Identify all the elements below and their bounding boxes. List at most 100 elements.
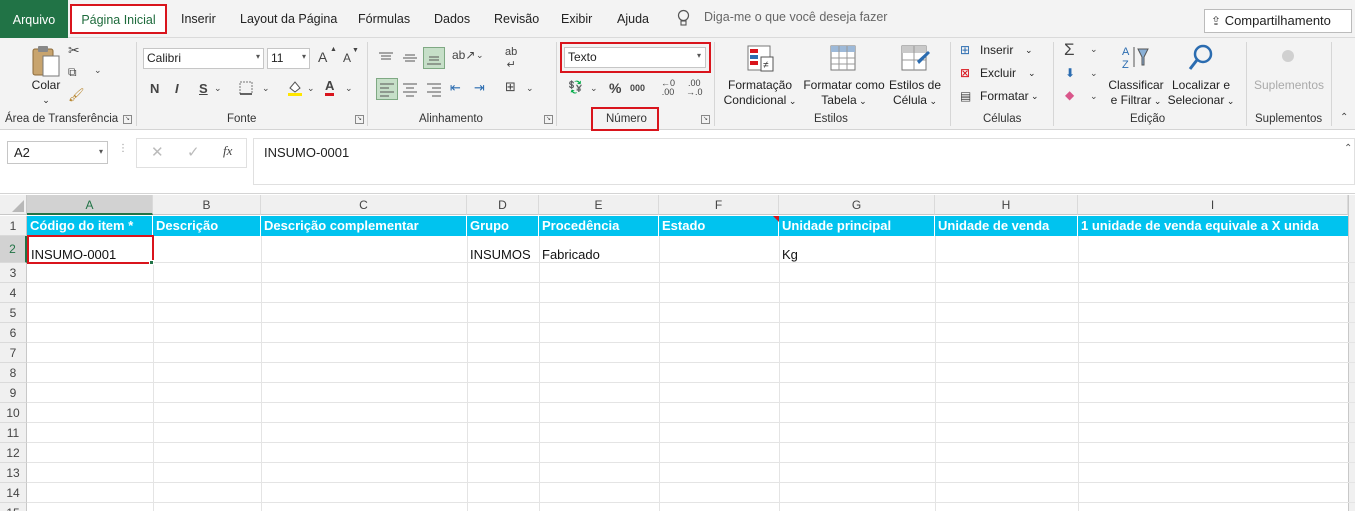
copy-dropdown-chevron-icon[interactable]: ⌄	[94, 65, 102, 76]
format-cells-button[interactable]: Formatar	[980, 89, 1029, 104]
column-header-h[interactable]: H	[935, 195, 1078, 215]
row-header[interactable]: 14	[0, 483, 27, 503]
row-header[interactable]: 1	[0, 216, 27, 236]
row-header[interactable]: 6	[0, 323, 27, 343]
orientation-icon[interactable]: ab↗	[452, 48, 475, 62]
shrink-font-button[interactable]: A	[343, 51, 351, 65]
font-name-select[interactable]: Calibri ▾	[143, 48, 264, 69]
header-cell-origin[interactable]: Procedência	[539, 216, 659, 236]
formula-input[interactable]	[253, 138, 1355, 185]
fill-handle[interactable]	[149, 260, 154, 265]
format-as-table-label-1[interactable]: Formatar como	[800, 78, 888, 93]
accounting-dropdown-chevron-icon[interactable]: ⌄	[590, 83, 598, 94]
italic-button[interactable]: I	[175, 81, 179, 96]
thousands-button[interactable]: 000	[630, 83, 645, 93]
row-header[interactable]: 4	[0, 283, 27, 303]
format-painter-icon[interactable]: 🖌	[68, 87, 85, 103]
grow-font-button[interactable]: A	[318, 49, 327, 65]
row-header[interactable]: 15	[0, 503, 27, 511]
tab-page-layout[interactable]: Layout da Página	[240, 12, 337, 26]
clear-icon[interactable]: ◆	[1065, 88, 1074, 102]
name-box[interactable]: A2 ▾	[7, 141, 108, 164]
increase-decimal-icon[interactable]: ←0.00	[661, 79, 675, 97]
font-color-dropdown-chevron-icon[interactable]: ⌄	[345, 83, 353, 94]
enter-icon[interactable]: ✓	[187, 143, 200, 161]
row-header[interactable]: 13	[0, 463, 27, 483]
number-format-select[interactable]: Texto ▾	[564, 47, 706, 68]
insert-function-button[interactable]: fx	[223, 143, 232, 159]
column-header-i[interactable]: I	[1078, 195, 1348, 215]
clear-dropdown-chevron-icon[interactable]: ⌄	[1090, 91, 1098, 102]
tab-formulas[interactable]: Fórmulas	[358, 12, 410, 26]
format-dropdown-chevron-icon[interactable]: ⌄	[1031, 89, 1039, 104]
row-header[interactable]: 2	[0, 236, 27, 263]
addins-icon[interactable]	[1282, 50, 1294, 62]
row-header[interactable]: 12	[0, 443, 27, 463]
conditional-formatting-label-2[interactable]: Condicional ⌄	[720, 93, 800, 109]
insert-cells-icon[interactable]: ⊞	[960, 43, 970, 57]
collapse-ribbon-icon[interactable]: ⌃	[1340, 112, 1348, 123]
tab-file[interactable]: Arquivo	[0, 0, 68, 38]
row-header[interactable]: 7	[0, 343, 27, 363]
delete-cells-icon[interactable]: ⊠	[960, 66, 970, 80]
font-size-select[interactable]: 11 ▾	[267, 48, 310, 69]
comment-indicator-icon[interactable]	[773, 216, 779, 222]
font-color-button[interactable]: A	[325, 78, 335, 96]
format-as-table-icon[interactable]	[828, 43, 860, 75]
header-cell-state[interactable]: Estado	[659, 216, 779, 236]
column-header-g[interactable]: G	[779, 195, 935, 215]
cell-d2[interactable]: INSUMOS	[470, 247, 531, 262]
row-header[interactable]: 11	[0, 423, 27, 443]
vertical-scrollbar[interactable]	[1348, 195, 1355, 511]
cell-styles-label-2[interactable]: Célula ⌄	[887, 93, 943, 109]
header-cell-item-code[interactable]: Código do item *	[27, 216, 153, 236]
row-header[interactable]: 10	[0, 403, 27, 423]
fill-color-icon[interactable]	[286, 79, 304, 97]
align-right-icon[interactable]	[425, 80, 443, 98]
header-cell-sales-unit[interactable]: Unidade de venda	[935, 216, 1078, 236]
row-header[interactable]: 8	[0, 363, 27, 383]
merge-dropdown-chevron-icon[interactable]: ⌄	[526, 83, 534, 94]
row-header[interactable]: 3	[0, 263, 27, 283]
percent-button[interactable]: %	[609, 80, 621, 96]
increase-indent-icon[interactable]: ⇥	[474, 80, 485, 96]
clipboard-launcher-icon[interactable]: ↘	[123, 115, 132, 124]
column-header-f[interactable]: F	[659, 195, 779, 215]
insert-dropdown-chevron-icon[interactable]: ⌄	[1025, 43, 1033, 58]
align-center-icon[interactable]	[401, 80, 419, 98]
cell-styles-label-1[interactable]: Estilos de	[887, 78, 943, 93]
column-header-b[interactable]: B	[153, 195, 261, 215]
tab-help[interactable]: Ajuda	[617, 12, 649, 26]
font-launcher-icon[interactable]: ↘	[355, 115, 364, 124]
find-select-label-2[interactable]: Selecionar ⌄	[1166, 93, 1236, 109]
tab-insert[interactable]: Inserir	[181, 12, 216, 26]
cell-styles-icon[interactable]	[899, 43, 931, 75]
share-button[interactable]: ⇪ Compartilhamento	[1204, 9, 1352, 33]
borders-icon[interactable]	[238, 80, 254, 96]
header-cell-unit-conversion[interactable]: 1 unidade de venda equivale a X unida	[1078, 216, 1348, 236]
header-cell-complementary-description[interactable]: Descrição complementar	[261, 216, 467, 236]
expand-formula-bar-icon[interactable]: ⌃	[1344, 143, 1352, 154]
column-header-d[interactable]: D	[467, 195, 539, 215]
orientation-dropdown-chevron-icon[interactable]: ⌄	[476, 50, 484, 61]
cell-e2[interactable]: Fabricado	[542, 247, 600, 262]
underline-button[interactable]: S	[199, 81, 208, 96]
autosum-icon[interactable]: Σ	[1064, 40, 1075, 60]
find-select-label-1[interactable]: Localizar e	[1166, 78, 1236, 93]
align-bottom-icon[interactable]	[423, 47, 445, 69]
delete-cells-button[interactable]: Excluir	[980, 66, 1016, 81]
sort-filter-label-1[interactable]: Classificar	[1106, 78, 1166, 93]
conditional-formatting-label-1[interactable]: Formatação	[720, 78, 800, 93]
fill-color-dropdown-chevron-icon[interactable]: ⌄	[307, 83, 315, 94]
column-header-a[interactable]: A	[27, 195, 153, 215]
cell-g2[interactable]: Kg	[782, 247, 798, 262]
header-cell-group[interactable]: Grupo	[467, 216, 539, 236]
column-header-c[interactable]: C	[261, 195, 467, 215]
paste-icon[interactable]	[30, 44, 62, 77]
accounting-format-icon[interactable]: 💱	[568, 80, 583, 94]
fill-icon[interactable]: ⬇	[1065, 66, 1075, 80]
align-top-icon[interactable]	[377, 50, 395, 66]
underline-dropdown-chevron-icon[interactable]: ⌄	[214, 83, 222, 94]
align-left-icon[interactable]	[376, 78, 398, 100]
format-as-table-label-2[interactable]: Tabela ⌄	[800, 93, 888, 109]
